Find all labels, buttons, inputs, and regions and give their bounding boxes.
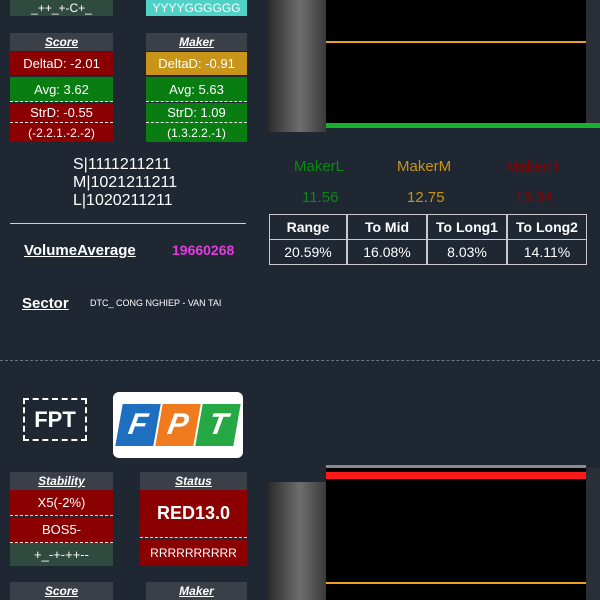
maker-m-label: MakerM	[397, 158, 452, 175]
header-to-mid: To Mid	[347, 214, 427, 240]
price-chart-1	[326, 0, 586, 123]
header-range: Range	[269, 214, 347, 240]
logo-f: F	[115, 404, 161, 446]
score-header: Score	[10, 33, 113, 51]
stability-header: Stability	[10, 472, 113, 490]
ticker-text: FPT	[34, 406, 76, 432]
green-baseline-1	[326, 123, 600, 128]
chart-right-edge-2	[586, 468, 600, 600]
maker-h-value: 13.94	[515, 189, 553, 206]
maker-header-2: Maker	[146, 582, 247, 600]
volume-average-value: 19660268	[172, 242, 235, 258]
logo-p: P	[155, 404, 201, 446]
score-strd: StrD: -0.55	[10, 103, 113, 123]
maker-strd: StrD: 1.09	[146, 103, 247, 123]
sml-s: S|1111211211	[73, 156, 171, 173]
sml-block: S|1111211211 M|1021211211 L|1020211211	[73, 156, 177, 210]
status-signal-text: YYYYGGGGGG	[152, 1, 241, 15]
score-header-2: Score	[10, 582, 113, 600]
status-seq: RRRRRRRRRR	[140, 539, 247, 566]
value-to-long2: 14.11%	[507, 239, 587, 265]
score-seq: (-2.2.1.-2.-2)	[10, 123, 113, 142]
stability-line2: BOS5-	[10, 517, 113, 543]
divider	[10, 223, 246, 224]
sector-label: Sector	[22, 295, 69, 312]
volume-average-label: VolumeAverage	[24, 242, 136, 259]
maker-avg: Avg: 5.63	[146, 77, 247, 102]
volume-strip-2	[268, 482, 326, 600]
stability-line1: X5(-2%)	[10, 490, 113, 516]
status-header: Status	[140, 472, 247, 490]
stability-signal: _++_+-C+_	[10, 0, 113, 16]
maker-l-label: MakerL	[294, 158, 345, 175]
maker-l-value: 11.56	[302, 189, 339, 206]
score-delta: DeltaD: -2.01	[10, 52, 113, 75]
status-signal: YYYYGGGGGG	[146, 0, 247, 16]
value-range: 20.59%	[269, 239, 347, 265]
chart-right-edge-1	[586, 0, 600, 123]
header-to-long2: To Long2	[507, 214, 587, 240]
maker-mid-line	[326, 41, 586, 43]
logo-t: T	[195, 404, 241, 446]
maker-high-bar	[326, 472, 586, 479]
sector-value: DTC_ CONG NGHIEP - VAN TAI	[90, 298, 222, 308]
sml-l: L|1020211211	[73, 192, 173, 209]
maker-h-label: MakerH	[506, 158, 559, 175]
score-avg: Avg: 3.62	[10, 77, 113, 102]
stability-signal-2: +_-+-++--	[10, 543, 113, 566]
section-divider	[0, 360, 600, 361]
maker-header: Maker	[146, 33, 247, 51]
maker-mid-line-2	[326, 582, 586, 584]
status-main: RED13.0	[140, 490, 247, 538]
maker-delta: DeltaD: -0.91	[146, 52, 247, 75]
value-to-long1: 8.03%	[427, 239, 507, 265]
stability-signal-text: _++_+-C+_	[31, 1, 92, 15]
volume-strip-1	[268, 0, 326, 132]
ticker-box[interactable]: FPT	[23, 398, 87, 441]
company-logo: F P T	[113, 392, 243, 458]
price-chart-2	[326, 468, 586, 600]
value-to-mid: 16.08%	[347, 239, 427, 265]
maker-m-value: 12.75	[407, 189, 445, 206]
maker-seq: (1.3.2.2.-1)	[146, 123, 247, 142]
header-to-long1: To Long1	[427, 214, 507, 240]
sml-m: M|1021211211	[73, 174, 178, 191]
